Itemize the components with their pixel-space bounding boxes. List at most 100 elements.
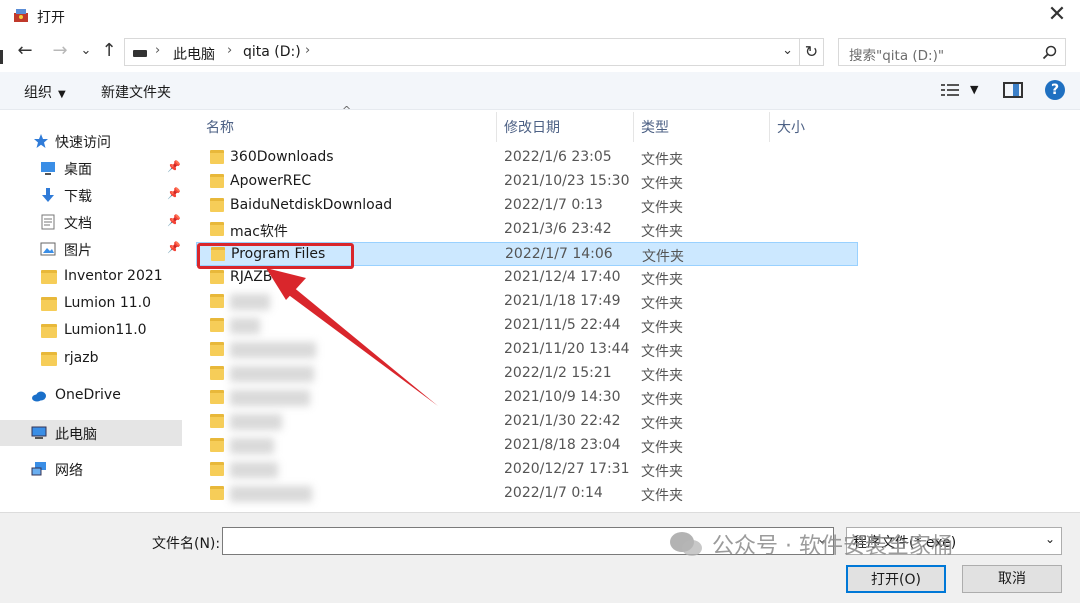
address-bar[interactable]: › 此电脑 › qita (D:) › ⌄ xyxy=(124,38,800,66)
file-type: 文件夹 xyxy=(641,224,683,240)
file-row[interactable]: 2022/1/2 15:21 文件夹 xyxy=(196,362,858,386)
folder-icon xyxy=(210,270,224,284)
caret-down-icon: ▼ xyxy=(58,89,66,100)
sidebar-item-lumion11[interactable]: Lumion11.0 xyxy=(0,318,192,344)
file-date: 2021/10/9 14:30 xyxy=(504,389,621,405)
sidebar-item-pictures[interactable]: 图片 📌 xyxy=(0,236,192,262)
chevron-right-icon: › xyxy=(227,43,233,58)
sidebar-item-label: Inventor 2021 xyxy=(64,268,163,284)
chevron-right-icon: › xyxy=(305,43,311,58)
file-row[interactable]: ApowerREC 2021/10/23 15:30 文件夹 xyxy=(196,170,858,194)
sidebar-item-documents[interactable]: 文档 📌 xyxy=(0,209,192,235)
view-dropdown-icon[interactable]: ▼ xyxy=(970,83,978,96)
sidebar-item-downloads[interactable]: 下载 📌 xyxy=(0,182,192,208)
file-name: BaiduNetdiskDownload xyxy=(230,197,393,213)
file-row[interactable]: 2021/8/18 23:04 文件夹 xyxy=(196,434,858,458)
file-type: 文件夹 xyxy=(641,368,683,384)
file-date: 2021/1/18 17:49 xyxy=(504,293,621,309)
preview-pane-icon[interactable] xyxy=(1003,82,1023,98)
navigation-pane: 快速访问 桌面 📌 下载 📌 文档 📌 图片 📌 Inventor 2021 L… xyxy=(0,112,192,512)
file-row[interactable]: 2021/1/30 22:42 文件夹 xyxy=(196,410,858,434)
blurred-name xyxy=(230,366,314,382)
organize-menu[interactable]: 组织 ▼ xyxy=(24,82,66,102)
folder-icon xyxy=(210,462,224,476)
refresh-button[interactable]: ↻ xyxy=(800,38,824,66)
back-button[interactable]: ← xyxy=(14,40,36,62)
folder-icon xyxy=(210,222,224,236)
sidebar-item-quick-access[interactable]: 快速访问 xyxy=(0,128,192,154)
sidebar-item-network[interactable]: 网络 xyxy=(0,456,192,482)
sidebar-item-inventor[interactable]: Inventor 2021 xyxy=(0,264,192,290)
cancel-button[interactable]: 取消 xyxy=(962,565,1062,593)
blurred-name xyxy=(230,438,274,454)
folder-icon xyxy=(210,150,224,164)
sidebar-item-label: 文档 xyxy=(64,216,92,232)
file-row[interactable]: 2021/11/20 13:44 文件夹 xyxy=(196,338,858,362)
file-type: 文件夹 xyxy=(641,464,683,480)
sidebar-item-lumion-11[interactable]: Lumion 11.0 xyxy=(0,291,192,317)
picture-icon xyxy=(40,242,56,256)
open-button[interactable]: 打开(O) xyxy=(846,565,946,593)
search-input[interactable]: 搜索"qita (D:)" xyxy=(838,38,1066,66)
sidebar-item-this-pc[interactable]: 此电脑 xyxy=(0,420,182,446)
file-row[interactable]: 2021/1/18 17:49 文件夹 xyxy=(196,290,858,314)
file-type: 文件夹 xyxy=(641,176,683,192)
quick-access-label: 快速访问 xyxy=(55,135,111,151)
breadcrumb-drive[interactable]: qita (D:) xyxy=(243,44,301,60)
file-date: 2021/11/5 22:44 xyxy=(504,317,621,333)
folder-icon xyxy=(210,414,224,428)
sort-ascending-icon: ^ xyxy=(342,104,352,117)
column-divider[interactable] xyxy=(633,112,634,142)
chevron-down-icon[interactable]: ⌄ xyxy=(782,43,793,58)
file-row[interactable]: mac软件 2021/3/6 23:42 文件夹 xyxy=(196,218,858,242)
file-row[interactable]: 2020/12/27 17:31 文件夹 xyxy=(196,458,858,482)
new-folder-button[interactable]: 新建文件夹 xyxy=(101,82,171,102)
file-type: 文件夹 xyxy=(641,296,683,312)
file-row[interactable]: RJAZB 2021/12/4 17:40 文件夹 xyxy=(196,266,858,290)
folder-icon xyxy=(210,318,224,332)
sidebar-item-label: Lumion 11.0 xyxy=(64,295,152,311)
window-title: 打开 xyxy=(37,10,65,26)
column-divider[interactable] xyxy=(496,112,497,142)
file-row[interactable]: BaiduNetdiskDownload 2022/1/7 0:13 文件夹 xyxy=(196,194,858,218)
file-type: 文件夹 xyxy=(642,249,684,265)
column-date-label: 修改日期 xyxy=(504,120,560,136)
sidebar-item-label: 桌面 xyxy=(64,162,92,178)
sidebar-item-desktop[interactable]: 桌面 📌 xyxy=(0,155,192,181)
file-row[interactable]: 2022/1/7 0:14 文件夹 xyxy=(196,482,858,506)
file-date: 2020/12/27 17:31 xyxy=(504,461,630,477)
desktop-icon xyxy=(41,162,55,175)
file-date: 2022/1/7 0:13 xyxy=(504,197,603,213)
file-date: 2022/1/7 0:14 xyxy=(504,485,603,501)
forward-button[interactable]: → xyxy=(49,40,71,62)
breadcrumb-this-pc[interactable]: 此电脑 xyxy=(173,44,215,64)
pin-icon: 📌 xyxy=(167,241,181,254)
up-button[interactable]: ↑ xyxy=(98,40,120,62)
sidebar-item-rjazb[interactable]: rjazb xyxy=(0,346,192,372)
file-type: 文件夹 xyxy=(641,152,683,168)
view-options-icon[interactable] xyxy=(940,82,960,98)
help-button[interactable]: ? xyxy=(1045,80,1065,100)
recent-locations-button[interactable]: ⌄ xyxy=(75,40,97,62)
blurred-name xyxy=(230,390,310,406)
file-date: 2021/3/6 23:42 xyxy=(504,221,612,237)
computer-icon xyxy=(31,426,47,439)
file-type: 文件夹 xyxy=(641,320,683,336)
folder-icon xyxy=(41,324,57,338)
title-bar: 打开 ✕ xyxy=(0,0,1080,32)
file-name: RJAZB xyxy=(230,269,273,285)
network-icon xyxy=(31,462,46,476)
blurred-name xyxy=(230,462,278,478)
file-date: 2022/1/6 23:05 xyxy=(504,149,612,165)
file-row[interactable]: 360Downloads 2022/1/6 23:05 文件夹 xyxy=(196,146,858,170)
download-icon xyxy=(42,188,54,202)
open-file-dialog: 打开 ✕ ← → ⌄ ↑ › 此电脑 › qita (D:) › ⌄ ↻ 搜索"… xyxy=(0,0,1080,603)
file-row[interactable]: 2021/10/9 14:30 文件夹 xyxy=(196,386,858,410)
star-icon xyxy=(34,134,48,148)
sidebar-item-onedrive[interactable]: OneDrive xyxy=(0,383,192,409)
pin-icon: 📌 xyxy=(167,214,181,227)
close-button[interactable]: ✕ xyxy=(1034,0,1080,32)
chevron-down-icon: ⌄ xyxy=(1044,532,1055,546)
column-divider[interactable] xyxy=(769,112,770,142)
file-row[interactable]: 2021/11/5 22:44 文件夹 xyxy=(196,314,858,338)
